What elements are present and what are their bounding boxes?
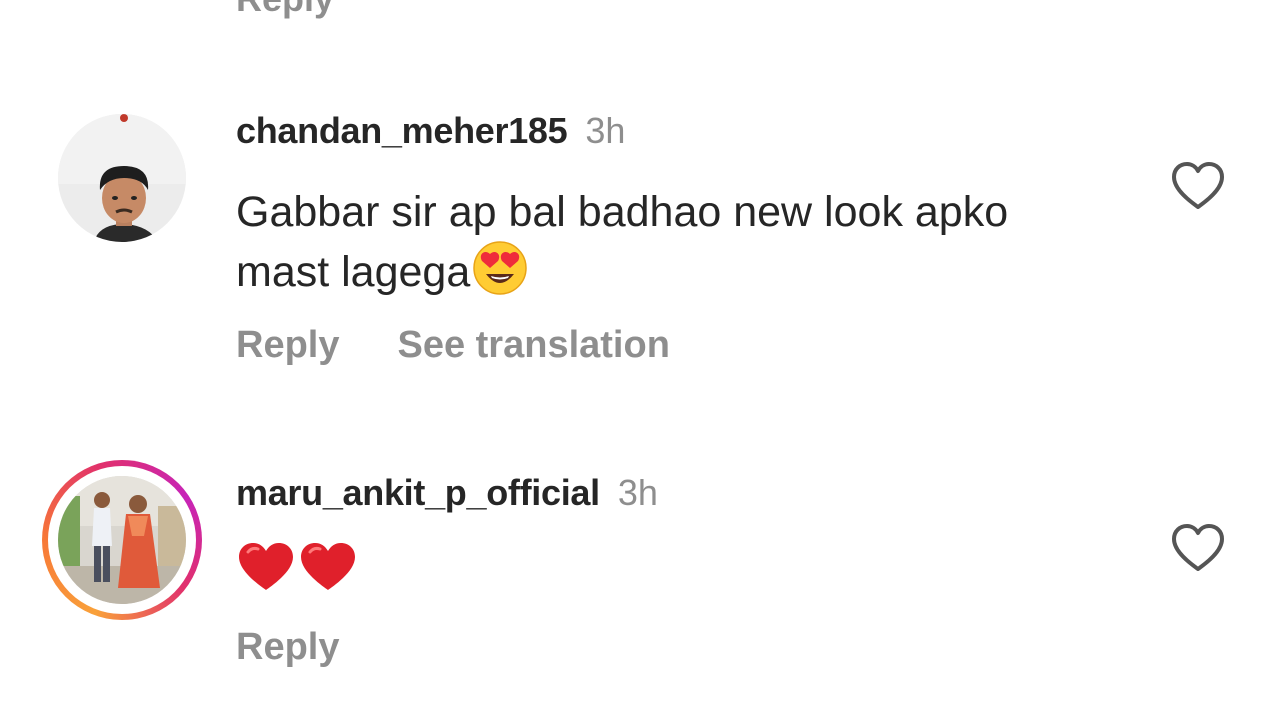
see-translation-button[interactable]: See translation — [397, 324, 669, 367]
comment-body: Gabbar sir ap bal badhao new look apko m… — [236, 184, 1056, 310]
username[interactable]: chandan_meher185 — [236, 110, 568, 151]
comment-text: Gabbar sir ap bal badhao new look apko m… — [236, 188, 1009, 296]
comment-body — [236, 540, 1056, 608]
comment-header: maru_ankit_p_official 3h — [236, 472, 658, 514]
timestamp: 3h — [585, 110, 626, 151]
previous-reply-button[interactable]: Reply — [236, 0, 334, 20]
heart-outline-icon[interactable] — [1170, 160, 1226, 212]
heart-eyes-emoji-icon — [472, 240, 528, 310]
comment-actions: Reply — [236, 626, 339, 669]
avatar[interactable] — [58, 114, 186, 242]
reply-button[interactable]: Reply — [236, 626, 339, 669]
comment-actions: Reply See translation — [236, 324, 670, 367]
timestamp: 3h — [617, 472, 658, 513]
comments-page: Reply chandan — [0, 0, 1280, 720]
avatar[interactable] — [58, 476, 186, 604]
red-heart-emoji-icon — [236, 540, 296, 608]
heart-outline-icon[interactable] — [1170, 522, 1226, 574]
reply-button[interactable]: Reply — [236, 324, 339, 367]
username[interactable]: maru_ankit_p_official — [236, 472, 600, 513]
comment-header: chandan_meher185 3h — [236, 110, 625, 152]
red-heart-emoji-icon — [298, 540, 358, 608]
